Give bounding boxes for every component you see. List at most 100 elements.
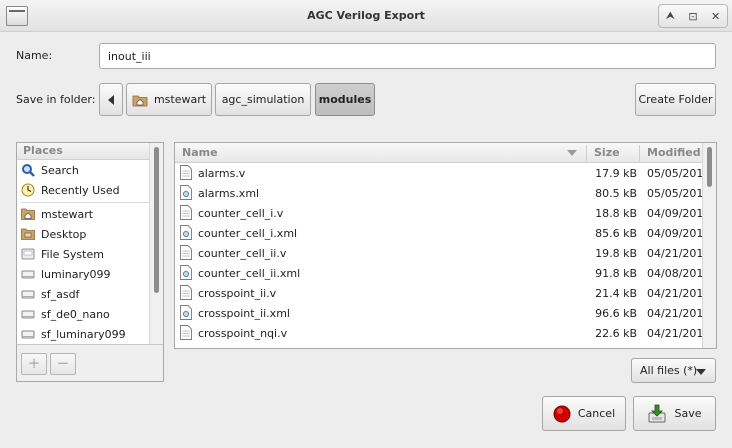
place-item-sf-asdf[interactable]: sf_asdf bbox=[17, 284, 150, 304]
file-size: 18.8 kB bbox=[595, 207, 637, 220]
file-name: crosspoint_ii.xml bbox=[198, 307, 290, 320]
file-row[interactable]: alarms.xml 80.5 kB 05/05/2016 bbox=[175, 183, 710, 203]
file-row[interactable]: crosspoint_ii.v 21.4 kB 04/21/2016 bbox=[175, 283, 710, 303]
file-row[interactable]: counter_cell_i.v 18.8 kB 04/09/2016 bbox=[175, 203, 710, 223]
save-button[interactable]: Save bbox=[633, 396, 716, 431]
title-bar: AGC Verilog Export ⮝ ⊡ ✕ bbox=[0, 0, 732, 32]
file-name: alarms.v bbox=[198, 167, 246, 180]
file-size: 80.5 kB bbox=[595, 187, 637, 200]
xml-file-icon bbox=[180, 185, 192, 200]
xml-file-icon bbox=[180, 265, 192, 280]
cancel-button[interactable]: Cancel bbox=[542, 396, 626, 431]
drive-icon bbox=[21, 310, 35, 319]
file-name: counter_cell_ii.xml bbox=[198, 267, 301, 280]
file-list-scrollbar[interactable] bbox=[702, 143, 716, 348]
file-row[interactable]: alarms.v 17.9 kB 05/05/2016 bbox=[175, 163, 710, 183]
minimize-icon[interactable]: ⮝ bbox=[660, 9, 680, 23]
drive-icon bbox=[21, 290, 35, 299]
text-file-icon bbox=[180, 245, 192, 260]
places-divider bbox=[21, 202, 149, 203]
file-size: 21.4 kB bbox=[595, 287, 637, 300]
file-size: 91.8 kB bbox=[595, 267, 637, 280]
window-controls: ⮝ ⊡ ✕ bbox=[658, 4, 728, 28]
place-item-desktop[interactable]: Desktop bbox=[17, 224, 150, 244]
drive-icon bbox=[21, 270, 35, 279]
file-name: counter_cell_i.xml bbox=[198, 227, 298, 240]
column-name[interactable]: Name bbox=[175, 143, 586, 163]
name-input[interactable]: inout_iii bbox=[99, 43, 716, 69]
places-toolbar: + − bbox=[17, 344, 163, 381]
place-item-luminary099[interactable]: luminary099 bbox=[17, 264, 150, 284]
drive-icon bbox=[21, 330, 35, 339]
file-filter-value: All files (*) bbox=[640, 364, 698, 377]
home-folder-icon bbox=[21, 208, 35, 220]
column-size[interactable]: Size bbox=[587, 143, 639, 163]
maximize-icon[interactable]: ⊡ bbox=[683, 10, 703, 23]
left-arrow-icon bbox=[108, 94, 114, 105]
crumb-modules[interactable]: modules bbox=[315, 83, 375, 116]
file-modified: 04/21/2016 bbox=[647, 247, 711, 260]
xml-file-icon bbox=[180, 225, 192, 240]
file-row[interactable]: crosspoint_ii.xml 96.6 kB 04/21/2016 bbox=[175, 303, 710, 323]
save-download-icon bbox=[648, 404, 666, 422]
file-size: 22.6 kB bbox=[595, 327, 637, 340]
file-row[interactable]: counter_cell_i.xml 85.6 kB 04/09/2016 bbox=[175, 223, 710, 243]
save-in-folder-label: Save in folder: bbox=[16, 93, 96, 106]
sort-descending-icon bbox=[567, 150, 577, 156]
create-folder-button[interactable]: Create Folder bbox=[635, 83, 716, 116]
file-size: 19.8 kB bbox=[595, 247, 637, 260]
drive-icon bbox=[21, 248, 35, 260]
file-list: Name Size Modified alarms.v 17.9 kB 05/05/… bbox=[174, 142, 717, 349]
text-file-icon bbox=[180, 205, 192, 220]
column-modified[interactable]: Modified bbox=[640, 143, 704, 163]
places-scrollbar[interactable] bbox=[149, 143, 163, 344]
home-folder-icon bbox=[132, 95, 148, 106]
file-filter-select[interactable]: All files (*) bbox=[631, 358, 716, 383]
file-row[interactable]: crosspoint_nqi.v 22.6 kB 04/21/2016 bbox=[175, 323, 710, 343]
file-size: 17.9 kB bbox=[595, 167, 637, 180]
close-icon[interactable]: ✕ bbox=[706, 10, 726, 23]
places-scroll-thumb[interactable] bbox=[154, 147, 159, 293]
file-row[interactable]: counter_cell_ii.xml 91.8 kB 04/08/2016 bbox=[175, 263, 710, 283]
place-item-sf-de0-nano[interactable]: sf_de0_nano bbox=[17, 304, 150, 324]
crumb-label: modules bbox=[318, 93, 372, 106]
window-title: AGC Verilog Export bbox=[307, 9, 425, 22]
file-modified: 04/21/2016 bbox=[647, 307, 711, 320]
file-list-scroll-thumb[interactable] bbox=[707, 147, 712, 187]
search-icon bbox=[22, 164, 35, 177]
file-modified: 05/05/2016 bbox=[647, 187, 711, 200]
text-file-icon bbox=[180, 165, 192, 180]
add-bookmark-button[interactable]: + bbox=[21, 353, 47, 375]
file-name: counter_cell_i.v bbox=[198, 207, 284, 220]
file-modified: 04/09/2016 bbox=[647, 227, 711, 240]
place-item-sf-luminary099[interactable]: sf_luminary099 bbox=[17, 324, 150, 344]
place-item-search[interactable]: Search bbox=[17, 160, 150, 180]
file-name: crosspoint_nqi.v bbox=[198, 327, 288, 340]
stop-icon bbox=[553, 405, 571, 422]
crumb-mstewart[interactable]: mstewart bbox=[126, 83, 212, 116]
places-panel: Places Search Recently Used mstewart Des… bbox=[16, 142, 164, 382]
remove-bookmark-button[interactable]: − bbox=[50, 353, 76, 375]
crumb-label: mstewart bbox=[153, 93, 207, 106]
file-size: 85.6 kB bbox=[595, 227, 637, 240]
chevron-down-icon bbox=[696, 369, 706, 375]
file-name: counter_cell_ii.v bbox=[198, 247, 287, 260]
places-header: Places bbox=[17, 143, 150, 160]
crumb-agc-simulation[interactable]: agc_simulation bbox=[215, 83, 311, 116]
name-input-value: inout_iii bbox=[108, 49, 151, 63]
file-modified: 04/08/2016 bbox=[647, 267, 711, 280]
place-item-mstewart[interactable]: mstewart bbox=[17, 204, 150, 224]
file-modified: 04/21/2016 bbox=[647, 327, 711, 340]
save-label: Save bbox=[674, 407, 702, 420]
folder-icon bbox=[21, 228, 35, 240]
cancel-label: Cancel bbox=[577, 407, 616, 420]
clock-icon bbox=[21, 183, 35, 197]
text-file-icon bbox=[180, 325, 192, 340]
file-row[interactable]: counter_cell_ii.v 19.8 kB 04/21/2016 bbox=[175, 243, 710, 263]
file-name: crosspoint_ii.v bbox=[198, 287, 277, 300]
file-name: alarms.xml bbox=[198, 187, 260, 200]
place-item-file-system[interactable]: File System bbox=[17, 244, 150, 264]
name-label: Name: bbox=[16, 49, 53, 62]
path-back-button[interactable] bbox=[99, 83, 123, 116]
place-item-recently-used[interactable]: Recently Used bbox=[17, 180, 150, 200]
